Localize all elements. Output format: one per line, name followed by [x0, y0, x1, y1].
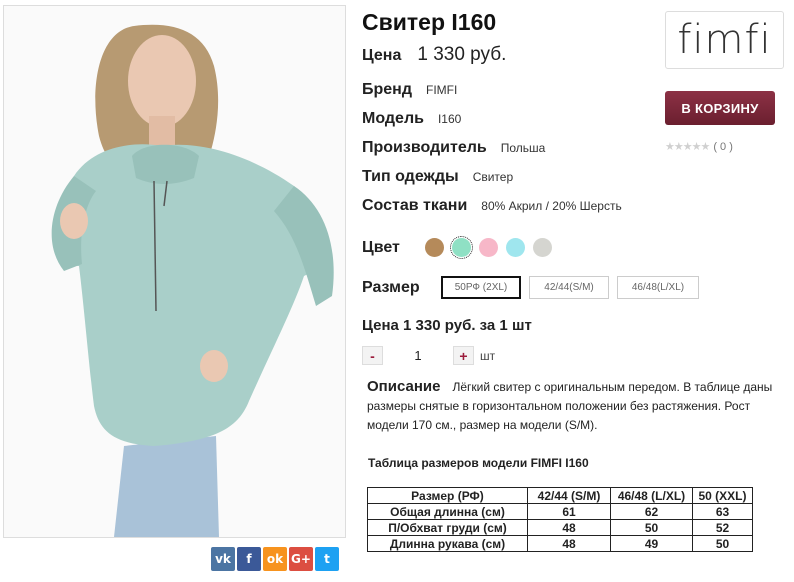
- twitter-icon[interactable]: t: [315, 547, 339, 571]
- total-price: Цена 1 330 руб. за 1 шт: [362, 317, 532, 334]
- spec-key: Тип одежды: [362, 168, 459, 185]
- size-option-50[interactable]: 50РФ (2XL): [441, 276, 521, 299]
- color-swatch[interactable]: [479, 238, 498, 257]
- quantity-stepper: - 1 + шт: [362, 346, 495, 365]
- spec-value: FIMFI: [426, 83, 458, 97]
- rating-stars-icon: ★★★★★: [665, 141, 710, 153]
- table-row: Общая длинна (см) 61 62 63: [367, 503, 753, 520]
- price-label: Цена: [362, 47, 402, 64]
- size-table: Размер (РФ) 42/44 (S/M) 46/48 (L/XL) 50 …: [367, 487, 753, 552]
- color-label: Цвет: [362, 239, 400, 256]
- table-cell: П/Обхват груди (см): [367, 519, 528, 536]
- table-cell: 61: [527, 503, 611, 520]
- color-swatch[interactable]: [506, 238, 525, 257]
- add-to-cart-button[interactable]: В КОРЗИНУ: [665, 91, 775, 125]
- description: Описание Лёгкий свитер с оригинальным пер…: [367, 377, 787, 435]
- table-cell: 50: [692, 535, 753, 552]
- table-cell: 48: [527, 535, 611, 552]
- spec-clothing-type: Тип одежды Свитер: [362, 168, 513, 186]
- size-row: Размер: [362, 279, 420, 297]
- price-value: 1 330 руб.: [417, 44, 507, 65]
- color-swatch[interactable]: [533, 238, 552, 257]
- size-options: 50РФ (2XL) 42/44(S/M) 46/48(L/XL): [441, 276, 699, 299]
- spec-key: Производитель: [362, 139, 487, 156]
- quantity-minus-button[interactable]: -: [362, 346, 383, 365]
- size-table-caption: Таблица размеров модели FIMFI I160: [368, 456, 589, 470]
- table-row: П/Обхват груди (см) 48 50 52: [367, 519, 753, 536]
- color-row: Цвет: [362, 239, 400, 257]
- brand-logo-text: fimfi: [677, 17, 772, 63]
- product-title: Свитер I160: [362, 9, 497, 35]
- spec-key: Бренд: [362, 81, 412, 98]
- table-cell: Длинна рукава (см): [367, 535, 528, 552]
- table-header: 50 (XXL): [692, 487, 753, 504]
- brand-logo[interactable]: fimfi: [665, 11, 784, 69]
- table-row: Длинна рукава (см) 48 49 50: [367, 535, 753, 552]
- price-row: Цена 1 330 руб.: [362, 44, 506, 66]
- table-cell: 50: [610, 519, 693, 536]
- quantity-plus-button[interactable]: +: [453, 346, 474, 365]
- table-header: 46/48 (L/XL): [610, 487, 693, 504]
- spec-brand: Бренд FIMFI: [362, 81, 457, 99]
- spec-key: Модель: [362, 110, 424, 127]
- odnoklassniki-icon[interactable]: ok: [263, 547, 287, 571]
- table-header: Размер (РФ): [367, 487, 528, 504]
- spec-manufacturer: Производитель Польша: [362, 139, 545, 157]
- color-swatch[interactable]: [450, 236, 473, 259]
- table-cell: 48: [527, 519, 611, 536]
- color-swatch[interactable]: [425, 238, 444, 257]
- table-cell: 63: [692, 503, 753, 520]
- rating[interactable]: ★★★★★ ( 0 ): [665, 140, 733, 154]
- table-cell: Общая длинна (см): [367, 503, 528, 520]
- size-option-42-44[interactable]: 42/44(S/M): [529, 276, 609, 299]
- table-cell: 49: [610, 535, 693, 552]
- product-image: [4, 6, 345, 537]
- quantity-input[interactable]: 1: [383, 348, 453, 363]
- table-cell: 62: [610, 503, 693, 520]
- googleplus-icon[interactable]: G+: [289, 547, 313, 571]
- spec-value: I160: [437, 112, 462, 126]
- description-heading: Описание: [367, 378, 441, 395]
- rating-count: ( 0 ): [713, 140, 733, 153]
- size-label: Размер: [362, 279, 420, 296]
- spec-model: Модель I160: [362, 110, 461, 128]
- product-photo[interactable]: [3, 5, 346, 538]
- table-cell: 52: [692, 519, 753, 536]
- spec-value: Свитер: [472, 170, 514, 184]
- share-bar: vk f ok G+ t: [211, 547, 339, 571]
- color-swatches: [425, 236, 552, 259]
- spec-key: Состав ткани: [362, 197, 468, 214]
- vk-icon[interactable]: vk: [211, 547, 235, 571]
- table-header: 42/44 (S/M): [527, 487, 611, 504]
- table-header-row: Размер (РФ) 42/44 (S/M) 46/48 (L/XL) 50 …: [367, 487, 753, 504]
- quantity-unit: шт: [480, 348, 496, 363]
- spec-value: Польша: [500, 141, 546, 155]
- facebook-icon[interactable]: f: [237, 547, 261, 571]
- size-option-46-48[interactable]: 46/48(L/XL): [617, 276, 699, 299]
- spec-fabric: Состав ткани 80% Акрил / 20% Шерсть: [362, 197, 622, 215]
- spec-value: 80% Акрил / 20% Шерсть: [481, 199, 622, 213]
